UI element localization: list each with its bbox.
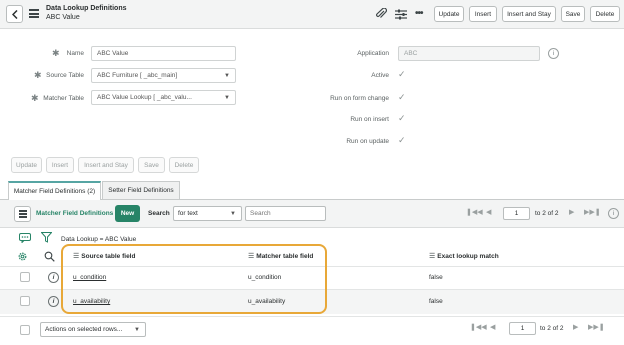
- last-page-icon[interactable]: ▶▶❚: [584, 208, 601, 216]
- active-label: Active: [371, 72, 389, 79]
- header-delete-button[interactable]: Delete: [590, 6, 620, 22]
- highlight-annotation: [61, 244, 327, 314]
- header-update-button[interactable]: Update: [434, 6, 464, 22]
- preview-info-icon[interactable]: i: [48, 272, 59, 283]
- context-menu-icon[interactable]: [29, 9, 39, 18]
- search-label: Search: [148, 210, 170, 217]
- matcher-table-label: Matcher Table: [43, 95, 84, 102]
- previous-page-icon[interactable]: ◀: [490, 323, 495, 331]
- source-table-select[interactable]: ABC Furniture [ _abc_main] ▼: [91, 68, 236, 83]
- header-save-button[interactable]: Save: [561, 6, 585, 22]
- record-subtitle: ABC Value: [46, 14, 80, 21]
- form-insert-and-stay-button[interactable]: Insert and Stay: [78, 157, 134, 173]
- row-checkbox[interactable]: [20, 296, 30, 306]
- chevron-down-icon: ▼: [224, 95, 230, 101]
- name-label: Name: [66, 50, 84, 57]
- required-marker: ✱: [34, 70, 42, 80]
- info-icon[interactable]: i: [548, 48, 559, 59]
- page-count: to 2 of 2: [535, 210, 559, 217]
- required-marker: ✱: [52, 48, 60, 58]
- chevron-left-icon: [11, 9, 18, 19]
- chevron-down-icon: ▼: [224, 73, 230, 79]
- page-title: Data Lookup Definitions: [46, 5, 127, 12]
- row-checkbox[interactable]: [20, 272, 30, 282]
- column-header-exact-lookup-match[interactable]: ☰ Exact lookup match: [429, 252, 499, 260]
- previous-page-icon[interactable]: ◀: [486, 208, 491, 216]
- run-on-insert-label: Run on insert: [350, 116, 389, 123]
- search-icon[interactable]: [44, 251, 55, 264]
- list-menu-button[interactable]: [14, 206, 31, 222]
- paperclip-icon[interactable]: [375, 7, 387, 24]
- matcher-table-select[interactable]: ABC Value Lookup [ _abc_valu... ▼: [91, 90, 236, 105]
- footer-page-count: to 2 of 2: [540, 325, 564, 332]
- select-all-checkbox[interactable]: [20, 325, 30, 335]
- footer-page-input[interactable]: 1: [509, 322, 536, 335]
- list-title[interactable]: Matcher Field Definitions: [36, 210, 113, 217]
- chat-icon[interactable]: [19, 233, 31, 245]
- sliders-icon[interactable]: [395, 8, 407, 24]
- name-field[interactable]: ABC Value: [91, 46, 236, 61]
- exact-lookup-match-cell: false: [429, 298, 443, 305]
- header-insert-and-stay-button[interactable]: Insert and Stay: [502, 6, 556, 22]
- form-insert-button[interactable]: Insert: [46, 157, 74, 173]
- run-on-insert-check-icon[interactable]: ✓: [398, 113, 406, 124]
- run-on-update-check-icon[interactable]: ✓: [398, 135, 406, 146]
- tab-setter-field-definitions[interactable]: Setter Field Definitions: [102, 181, 180, 199]
- column-header-label: Exact lookup match: [437, 253, 499, 260]
- run-on-update-label: Run on update: [346, 138, 389, 145]
- info-icon[interactable]: i: [608, 208, 619, 219]
- matcher-table-value: ABC Value Lookup [ _abc_valu...: [97, 94, 192, 101]
- tab-matcher-field-definitions[interactable]: Matcher Field Definitions (2): [8, 181, 101, 200]
- application-field: ABC: [398, 46, 540, 61]
- last-page-icon[interactable]: ▶▶❚: [588, 323, 605, 331]
- column-menu-icon: ☰: [429, 253, 436, 260]
- next-page-icon[interactable]: ▶: [573, 323, 578, 331]
- gear-icon[interactable]: [17, 251, 28, 264]
- chevron-down-icon: ▼: [230, 211, 236, 217]
- form-update-button[interactable]: Update: [11, 157, 42, 173]
- form-delete-button[interactable]: Delete: [169, 157, 199, 173]
- filter-icon[interactable]: [40, 232, 53, 245]
- header-insert-button[interactable]: Insert: [469, 6, 497, 22]
- exact-lookup-match-cell: false: [429, 274, 443, 281]
- page-input[interactable]: 1: [503, 207, 530, 220]
- more-icon[interactable]: •••: [415, 8, 423, 20]
- preview-info-icon[interactable]: i: [48, 296, 59, 307]
- source-table-value: ABC Furniture [ _abc_main]: [97, 72, 178, 79]
- next-page-icon[interactable]: ▶: [569, 208, 574, 216]
- first-page-icon[interactable]: ❚◀◀: [466, 208, 483, 216]
- source-table-label: Source Table: [46, 72, 84, 79]
- back-button[interactable]: [6, 5, 23, 23]
- chevron-down-icon: ▼: [134, 327, 140, 333]
- required-marker: ✱: [31, 93, 39, 103]
- actions-select[interactable]: Actions on selected rows... ▼: [40, 322, 146, 337]
- filter-breadcrumb[interactable]: Data Lookup = ABC Value: [61, 236, 136, 243]
- run-on-form-change-label: Run on form change: [330, 95, 389, 102]
- form-save-button[interactable]: Save: [138, 157, 165, 173]
- search-field-select[interactable]: for text ▼: [173, 206, 242, 221]
- new-button[interactable]: New: [115, 205, 140, 222]
- active-check-icon[interactable]: ✓: [398, 69, 406, 80]
- search-field-select-value: for text: [178, 210, 198, 217]
- first-page-icon[interactable]: ❚◀◀: [470, 323, 487, 331]
- search-input[interactable]: [245, 206, 326, 221]
- application-label: Application: [357, 50, 389, 57]
- actions-select-value: Actions on selected rows...: [45, 326, 123, 333]
- run-on-form-change-check-icon[interactable]: ✓: [398, 92, 406, 103]
- row-divider: [0, 316, 624, 317]
